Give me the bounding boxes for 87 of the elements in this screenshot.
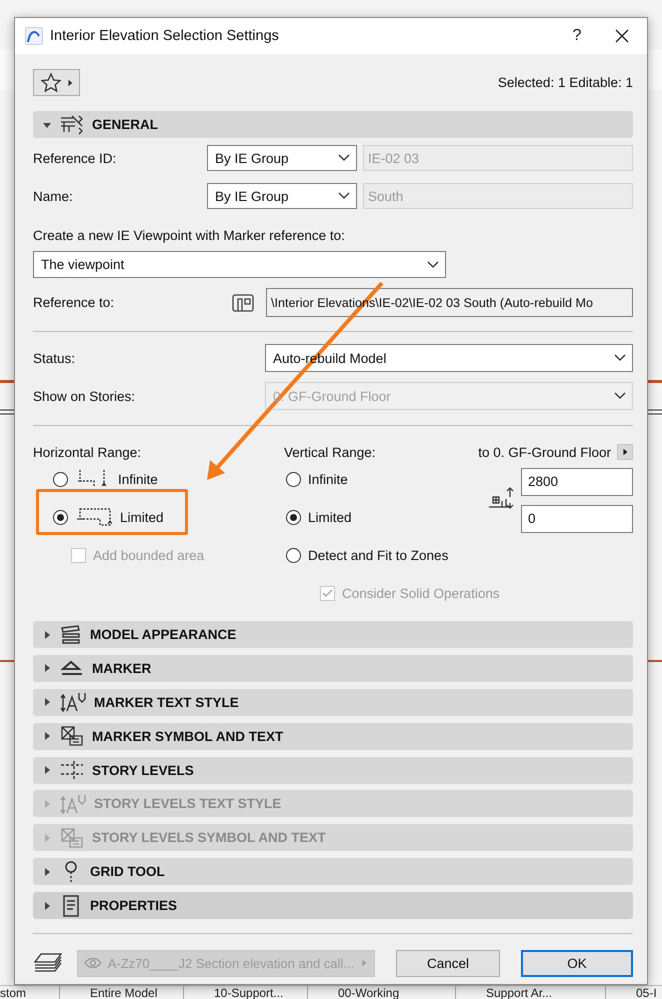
eye-icon: [84, 957, 102, 970]
radio-button[interactable]: [286, 472, 301, 486]
section-header[interactable]: GRID TOOL: [33, 858, 633, 886]
radio-button[interactable]: [286, 548, 301, 562]
viewpoint-dropdown[interactable]: The viewpoint: [33, 251, 446, 278]
help-button[interactable]: ?: [549, 27, 605, 45]
caret-icon: [42, 697, 52, 708]
selection-info: Selected: 1 Editable: 1: [498, 75, 633, 90]
mode-dropdown[interactable]: By IE Group: [207, 145, 357, 171]
section-title: PROPERTIES: [90, 898, 178, 914]
caret-icon: [360, 959, 368, 968]
option-label: Detect and Fit to Zones: [308, 548, 448, 562]
checkbox-label: Add bounded area: [93, 548, 204, 562]
option-label: Infinite: [308, 472, 348, 486]
chevron-down-icon: [338, 154, 350, 162]
field-label: Reference to:: [33, 295, 116, 310]
marker-icon: [60, 660, 84, 676]
field-label: Create a new IE Viewpoint with Marker reference to:: [33, 228, 345, 242]
section-title: MARKER: [92, 660, 152, 676]
top-height-field[interactable]: 2800: [521, 468, 633, 496]
cancel-button[interactable]: Cancel: [396, 950, 500, 977]
mode-dropdown[interactable]: By IE Group: [207, 183, 357, 209]
section-header[interactable]: GENERAL: [33, 111, 633, 138]
limited-range-icon: [76, 507, 112, 527]
close-icon[interactable]: [615, 29, 629, 43]
caret-icon: [42, 866, 52, 877]
section-header[interactable]: MARKER SYMBOL AND TEXT: [33, 722, 633, 750]
chevron-down-icon: [338, 192, 350, 200]
section-title: STORY LEVELS TEXT STYLE: [94, 796, 282, 812]
text-style-icon: [60, 691, 86, 714]
caret-icon: [42, 630, 52, 640]
status-bar-item[interactable]: 05-I: [636, 986, 657, 999]
window-title: Interior Elevation Selection Settings: [50, 28, 280, 44]
caret-icon: [42, 663, 52, 674]
layout-icon: [232, 294, 254, 312]
section-header[interactable]: MARKER TEXT STYLE: [33, 688, 633, 716]
section-header[interactable]: MODEL APPEARANCE: [33, 621, 633, 648]
caret-icon: [42, 765, 52, 776]
radio-button[interactable]: [53, 472, 68, 486]
section-title: MODEL APPEARANCE: [90, 627, 236, 642]
field-label: Show on Stories:: [33, 388, 136, 404]
section-title: MARKER TEXT STYLE: [94, 694, 239, 710]
section-title: STORY LEVELS SYMBOL AND TEXT: [92, 830, 326, 846]
story-menu-button[interactable]: [617, 444, 633, 460]
layers-icon: [33, 952, 63, 974]
checkbox-label: Consider Solid Operations: [342, 586, 500, 600]
radio-button[interactable]: [53, 510, 68, 524]
symbol-text-icon: [60, 826, 84, 849]
section-title: GENERAL: [92, 117, 158, 132]
infinite-range-icon: [78, 469, 108, 489]
group-label: Vertical Range:: [284, 444, 376, 460]
group-label: Horizontal Range:: [33, 444, 142, 460]
text-style-icon: [60, 792, 86, 815]
field-label: Reference ID:: [33, 150, 118, 166]
caret-icon: [42, 798, 52, 809]
film-strip-icon: [60, 624, 82, 644]
section-title: GRID TOOL: [90, 864, 165, 880]
chevron-down-icon: [614, 354, 626, 362]
section-header[interactable]: MARKER: [33, 654, 633, 682]
field-label: Name:: [33, 188, 74, 204]
chevron-down-icon: [427, 260, 439, 268]
option-label: Limited: [308, 510, 352, 524]
section-title: STORY LEVELS: [92, 762, 194, 778]
chevron-down-icon: [614, 392, 626, 400]
status-bar-item[interactable]: stom: [0, 986, 26, 999]
field-label: Status:: [33, 350, 76, 366]
symbol-text-icon: [60, 725, 84, 748]
section-settings-icon: [60, 114, 84, 136]
star-icon: [40, 72, 62, 94]
caret-icon: [66, 78, 74, 86]
levels-icon: [60, 760, 84, 780]
status-bar-item[interactable]: Entire Model: [90, 986, 158, 999]
caret-icon: [42, 832, 52, 843]
app-logo-icon: [25, 27, 43, 45]
favorites-button[interactable]: [33, 69, 80, 96]
caret-icon: [42, 900, 52, 911]
bottom-height-field[interactable]: 0: [521, 504, 633, 532]
story-label: to 0. GF-Ground Floor: [478, 444, 611, 460]
option-label: Infinite: [118, 472, 158, 486]
section-header[interactable]: PROPERTIES: [33, 892, 633, 920]
ok-button[interactable]: OK: [521, 950, 633, 977]
option-label: Limited: [120, 510, 164, 524]
section-header[interactable]: STORY LEVELS: [33, 756, 633, 784]
section-title: MARKER SYMBOL AND TEXT: [92, 728, 284, 744]
caret-icon: [621, 448, 629, 456]
radio-button[interactable]: [286, 510, 301, 524]
caret-icon: [42, 731, 52, 742]
